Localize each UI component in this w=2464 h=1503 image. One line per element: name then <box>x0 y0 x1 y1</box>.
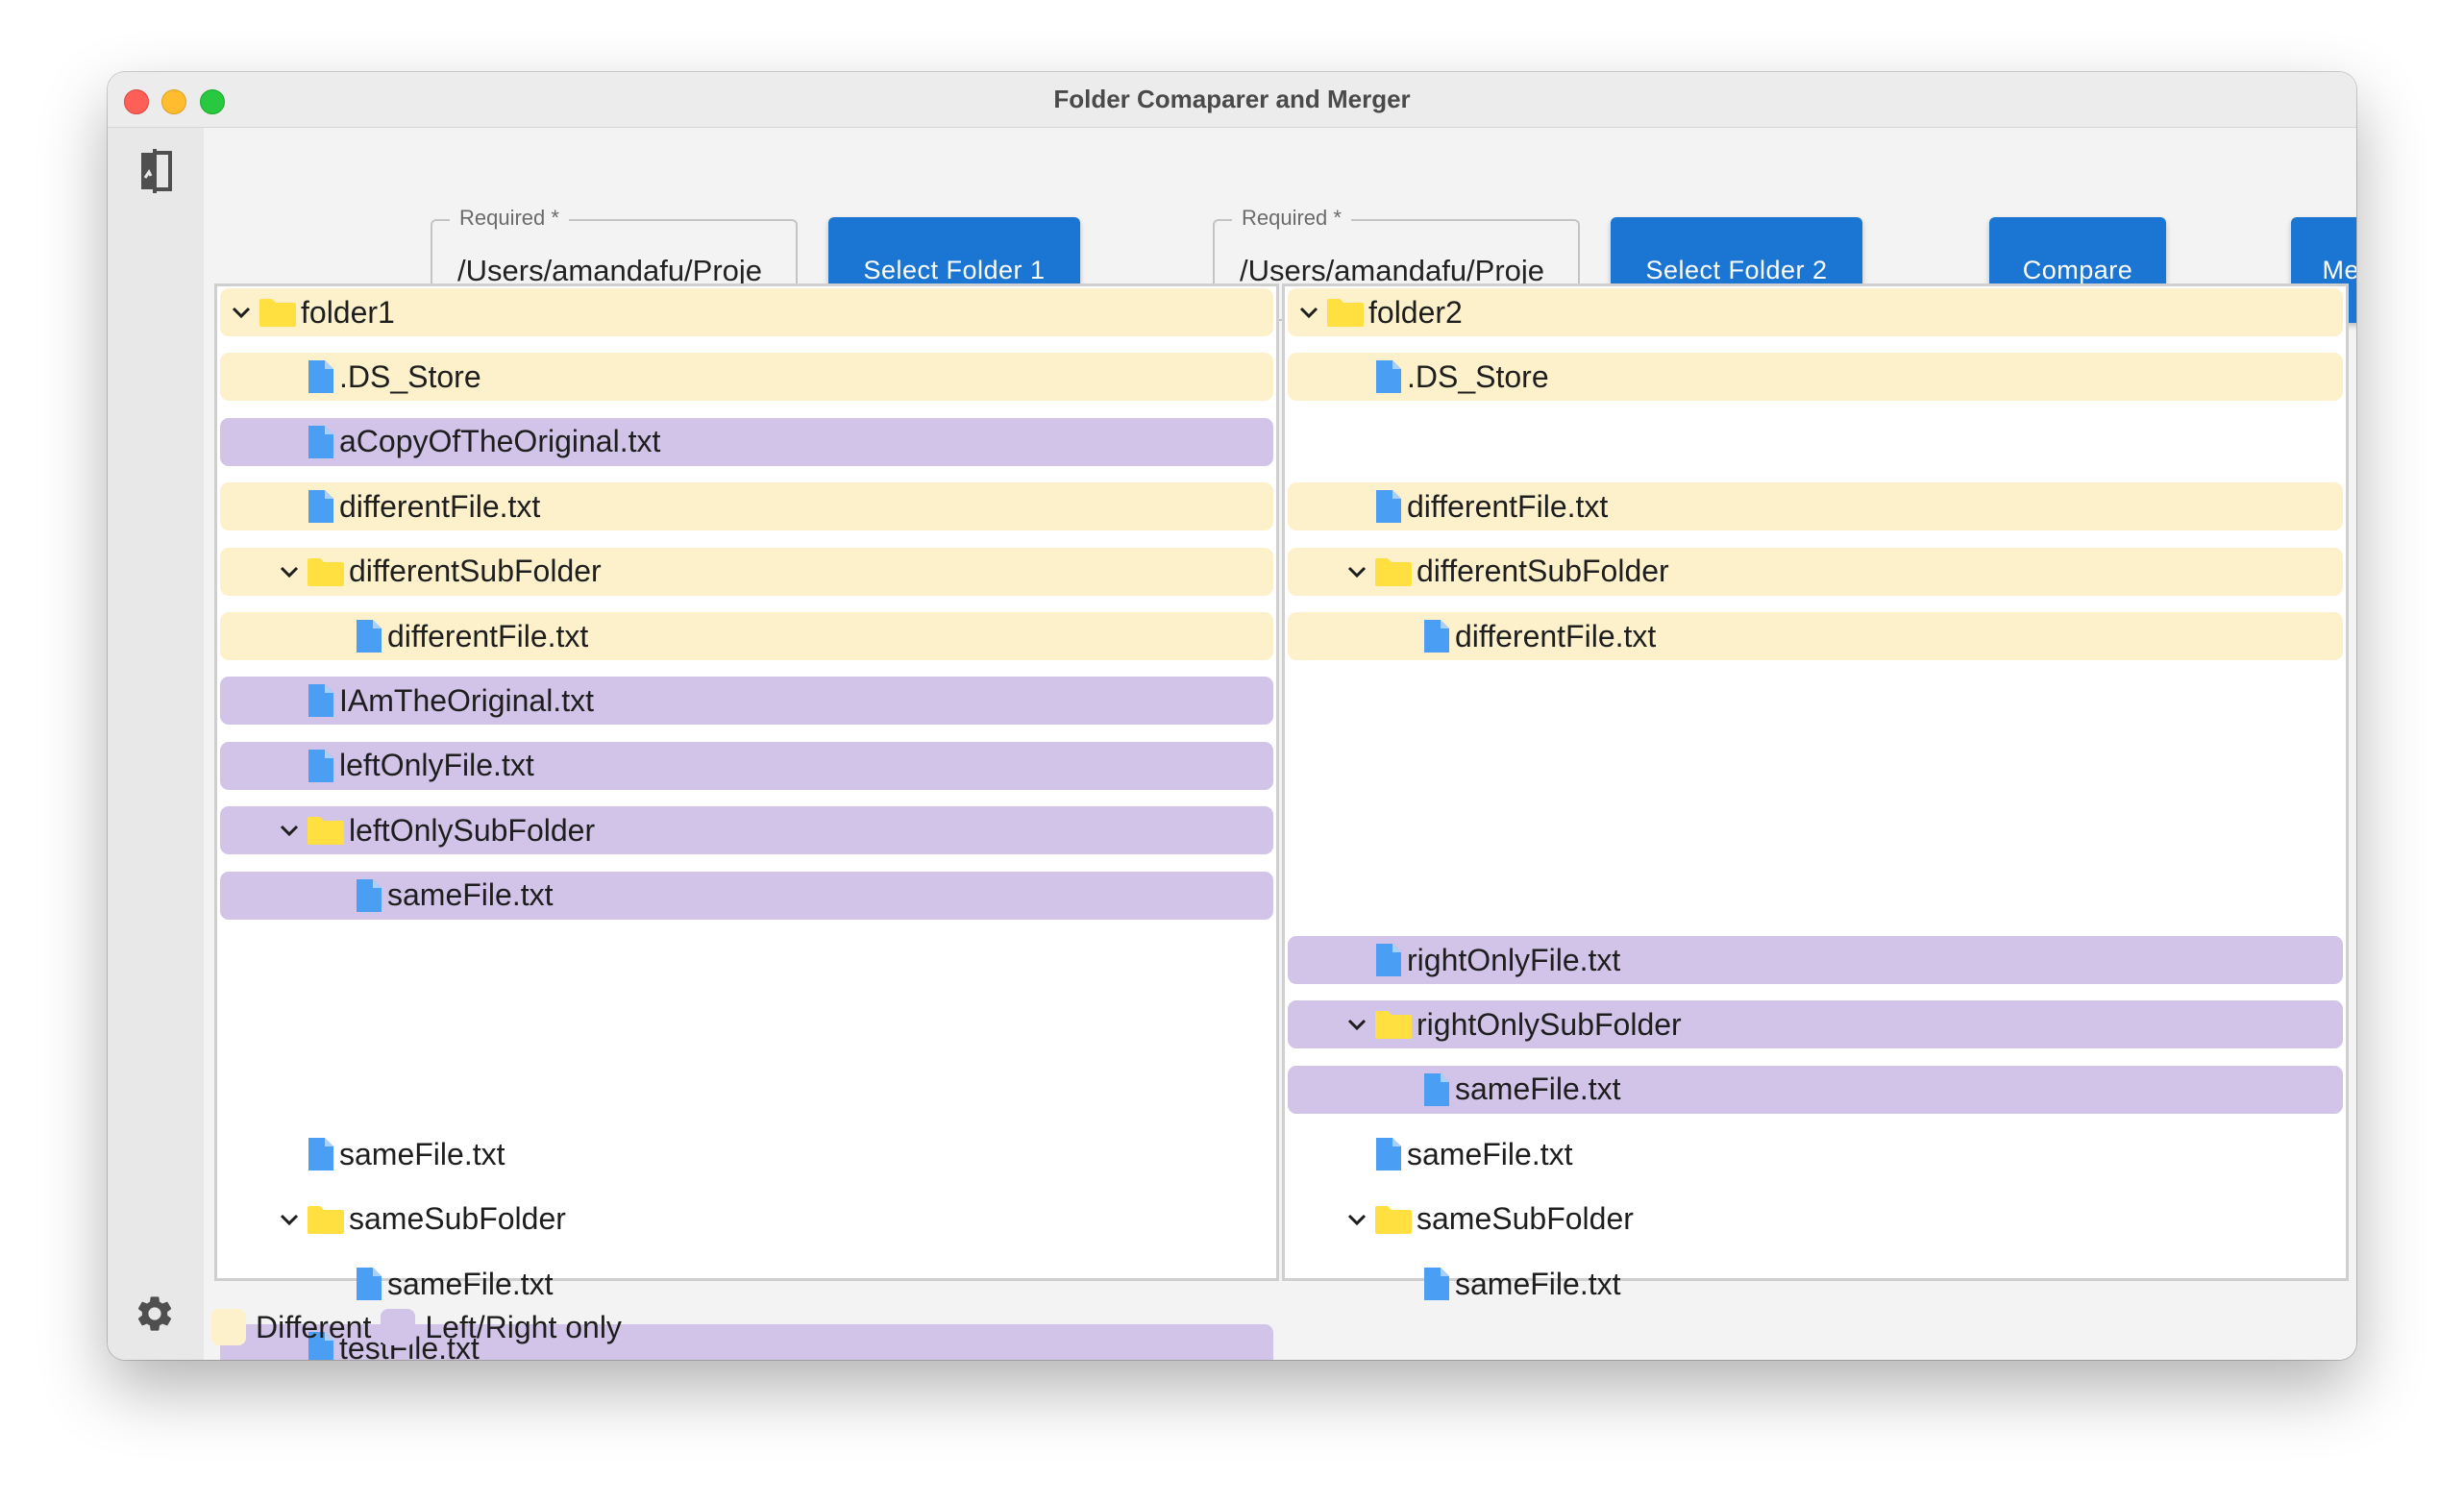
legend: Different Left/Right only <box>211 1306 631 1348</box>
only-swatch <box>381 1309 416 1345</box>
tree-item-name: folder1 <box>301 294 395 330</box>
file-icon <box>308 425 333 458</box>
tree-file-row[interactable]: rightOnlyFile.txt <box>1288 936 2343 984</box>
tree-file-row[interactable]: differentFile.txt <box>220 612 1273 660</box>
tree-file-row[interactable]: sameFile.txt <box>1288 1065 2343 1114</box>
tree-item-name: differentFile.txt <box>387 618 589 653</box>
folder-icon <box>1375 1011 1412 1040</box>
tree-folder-row[interactable]: sameSubFolder <box>1288 1195 2343 1244</box>
file-icon <box>357 878 382 912</box>
folder-icon <box>1375 557 1412 586</box>
file-icon <box>357 1268 382 1300</box>
folder-icon <box>1327 299 1364 327</box>
tree-item-name: folder2 <box>1368 294 1463 330</box>
file-icon <box>308 490 333 524</box>
chevron-down-icon[interactable] <box>278 819 301 842</box>
file-icon <box>357 620 382 653</box>
legend-only-label: Left/Right only <box>425 1309 622 1344</box>
file-icon <box>1424 1072 1449 1106</box>
different-swatch <box>211 1309 246 1345</box>
tree-file-row[interactable]: .DS_Store <box>1288 353 2343 402</box>
tree-item-name: differentFile.txt <box>1455 618 1657 653</box>
chevron-down-icon[interactable] <box>1297 301 1320 324</box>
file-icon <box>1424 1268 1449 1300</box>
tree-folder-row[interactable]: differentSubFolder <box>1288 547 2343 596</box>
tree-item-name: sameFile.txt <box>339 1136 505 1171</box>
tree-item-name: differentFile.txt <box>1407 488 1609 524</box>
tree-file-row[interactable]: differentFile.txt <box>1288 612 2343 660</box>
tree-file-row[interactable]: sameFile.txt <box>220 1130 1273 1178</box>
folder-icon <box>308 817 344 846</box>
chevron-down-icon[interactable] <box>278 1208 301 1231</box>
tree-item-name: rightOnlySubFolder <box>1417 1006 1682 1042</box>
tree-item-name: aCopyOfTheOriginal.txt <box>339 424 661 459</box>
tree-file-row[interactable]: differentFile.txt <box>1288 482 2343 531</box>
tree-item-name: sameSubFolder <box>1417 1201 1634 1237</box>
tree-item-name: sameFile.txt <box>387 877 554 913</box>
folder1-required-label: Required * <box>450 206 569 231</box>
file-icon <box>308 749 333 782</box>
file-icon <box>1376 1138 1401 1171</box>
tree-folder-row[interactable]: differentSubFolder <box>220 547 1273 596</box>
tree-item-name: differentFile.txt <box>339 488 541 524</box>
folder2-required-label: Required * <box>1232 206 1351 231</box>
file-icon <box>308 1138 333 1171</box>
legend-different-label: Different <box>256 1309 372 1344</box>
gear-icon[interactable] <box>134 1293 176 1335</box>
file-icon <box>1376 490 1401 524</box>
tree-folder-row[interactable]: sameSubFolder <box>220 1195 1273 1244</box>
file-icon <box>1376 360 1401 394</box>
compare-icon[interactable] <box>134 149 178 193</box>
folder-icon <box>308 557 344 586</box>
file-icon <box>308 360 333 394</box>
folder-icon <box>1375 1205 1412 1234</box>
tree-item-name: sameFile.txt <box>1407 1136 1573 1171</box>
tree-file-row[interactable]: sameFile.txt <box>1288 1130 2343 1178</box>
title-bar: Folder Comaparer and Merger <box>108 72 2356 128</box>
chevron-down-icon[interactable] <box>1345 1208 1368 1231</box>
tree-item-name: sameSubFolder <box>349 1201 566 1237</box>
tree-item-name: leftOnlyFile.txt <box>339 748 534 783</box>
chevron-down-icon[interactable] <box>278 560 301 583</box>
tree-file-row[interactable]: aCopyOfTheOriginal.txt <box>220 417 1273 466</box>
tree-item-name: sameFile.txt <box>387 1266 554 1301</box>
folder-icon <box>308 1205 344 1234</box>
tree-item-name: rightOnlyFile.txt <box>1407 942 1621 977</box>
folder-icon <box>259 299 296 327</box>
tree-item-name: differentSubFolder <box>1417 554 1669 589</box>
file-icon <box>1424 620 1449 653</box>
tree-item-name: differentSubFolder <box>349 554 602 589</box>
left-tree-panel: folder1 .DS_Store aCopyOfTheOriginal.txt di… <box>214 283 1279 1360</box>
tree-file-row[interactable]: sameFile.txt <box>220 1260 1273 1308</box>
app-window: Folder Comaparer and Merger Required * /… <box>108 72 2356 1360</box>
chevron-down-icon[interactable] <box>230 301 253 324</box>
tree-item-name: sameFile.txt <box>1455 1266 1621 1301</box>
chevron-down-icon[interactable] <box>1345 560 1368 583</box>
tree-file-row[interactable]: sameFile.txt <box>1288 1260 2343 1308</box>
chevron-down-icon[interactable] <box>1345 1013 1368 1036</box>
tree-item-name: sameFile.txt <box>1455 1072 1621 1107</box>
window-title: Folder Comaparer and Merger <box>1053 85 1411 113</box>
tree-item-name: leftOnlySubFolder <box>349 812 596 848</box>
tree-folder-row[interactable]: leftOnlySubFolder <box>220 806 1273 855</box>
tree-file-row[interactable]: IAmTheOriginal.txt <box>220 677 1273 726</box>
file-icon <box>308 684 333 718</box>
tree-item-name: .DS_Store <box>339 358 481 394</box>
sidebar <box>108 128 204 1360</box>
tree-folder-row[interactable]: folder1 <box>220 288 1273 336</box>
file-icon <box>1376 944 1401 976</box>
tree-folder-row[interactable]: folder2 <box>1288 288 2343 336</box>
tree-file-row[interactable]: leftOnlyFile.txt <box>220 741 1273 790</box>
tree-file-row[interactable]: differentFile.txt <box>220 482 1273 531</box>
tree-item-name: .DS_Store <box>1407 358 1549 394</box>
tree-file-row[interactable]: .DS_Store <box>220 353 1273 402</box>
tree-item-name: IAmTheOriginal.txt <box>339 682 594 718</box>
tree-folder-row[interactable]: rightOnlySubFolder <box>1288 1000 2343 1049</box>
right-tree-panel: folder2 .DS_Store differentFile.txt differe… <box>1282 283 2349 1301</box>
tree-file-row[interactable]: sameFile.txt <box>220 871 1273 920</box>
